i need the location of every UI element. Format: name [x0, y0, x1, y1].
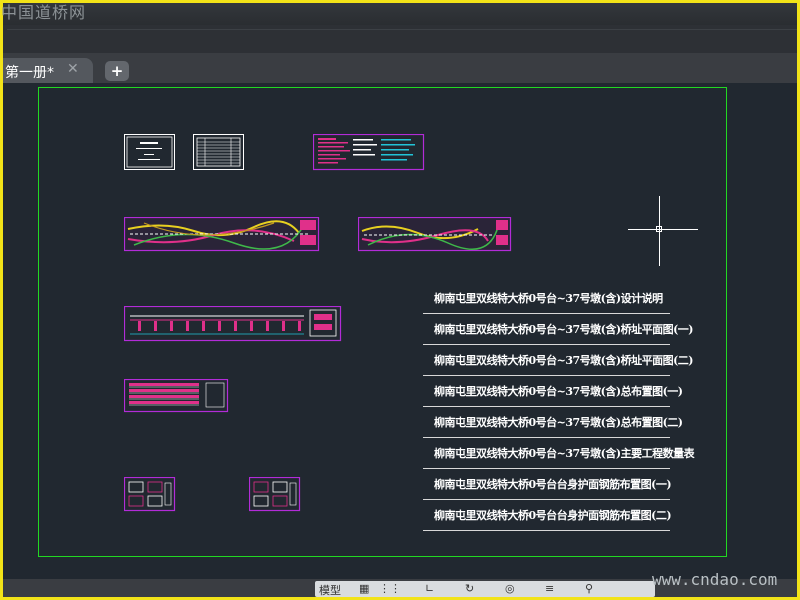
sheet-thumbnail-cover[interactable] — [124, 134, 176, 171]
sheet-title: 柳南屯里双线特大桥0号台台身护面钢筋布置图(一) — [434, 478, 672, 491]
sheet-thumbnail-rebar-1[interactable] — [124, 477, 176, 512]
ribbon-divider — [7, 29, 797, 30]
polar-icon[interactable]: ↻ — [465, 582, 474, 595]
model-space-button[interactable]: 模型 — [319, 582, 341, 597]
sheet-thumbnail-rebar-2[interactable] — [249, 477, 301, 512]
sheet-title: 柳南屯里双线特大桥0号台~37号墩(含)总布置图(一) — [434, 385, 683, 398]
new-tab-button[interactable]: + — [105, 61, 129, 81]
sheet-title-list: 柳南屯里双线特大桥0号台~37号墩(含)设计说明 柳南屯里双线特大桥0号台~37… — [423, 283, 695, 531]
ortho-icon[interactable]: ∟ — [425, 582, 434, 595]
sheet-thumbnail-quantity-table[interactable] — [124, 379, 229, 413]
sheet-thumbnail-plan-2[interactable] — [358, 217, 512, 252]
sheet-title: 柳南屯里双线特大桥0号台台身护面钢筋布置图(二) — [434, 509, 672, 522]
lineweight-icon[interactable]: ≡ — [545, 582, 554, 595]
drawing-canvas[interactable]: 柳南屯里双线特大桥0号台~37号墩(含)设计说明 柳南屯里双线特大桥0号台~37… — [3, 83, 797, 579]
annotation-scale-icon[interactable]: ⚲ — [585, 582, 593, 595]
sheet-thumbnail-design-notes[interactable] — [313, 134, 425, 171]
list-item[interactable]: 柳南屯里双线特大桥0号台~37号墩(含)主要工程数量表 — [423, 438, 695, 469]
title-bar — [3, 3, 797, 25]
sheet-thumbnail-plan-1[interactable] — [124, 217, 320, 252]
cad-window: 第一册* ✕ + 柳南屯里双线特大桥0号台~37号墩(含)设计说明 柳南屯里双线… — [3, 3, 797, 597]
sheet-title: 柳南屯里双线特大桥0号台~37号墩(含)桥址平面图(二) — [434, 354, 694, 367]
osnap-icon[interactable]: ◎ — [505, 582, 515, 595]
snap-icon[interactable]: ⋮⋮ — [379, 582, 401, 595]
list-item[interactable]: 柳南屯里双线特大桥0号台~37号墩(含)总布置图(一) — [423, 376, 683, 407]
list-item[interactable]: 柳南屯里双线特大桥0号台台身护面钢筋布置图(二) — [423, 500, 672, 531]
sheet-thumbnail-general-layout-1[interactable] — [124, 306, 342, 342]
grid-icon[interactable]: ▦ — [359, 582, 369, 595]
sheet-thumbnail-index[interactable] — [193, 134, 245, 171]
list-item[interactable]: 柳南屯里双线特大桥0号台~37号墩(含)设计说明 — [423, 283, 670, 314]
sheet-title: 柳南屯里双线特大桥0号台~37号墩(含)总布置图(二) — [434, 416, 683, 429]
sheet-title: 柳南屯里双线特大桥0号台~37号墩(含)主要工程数量表 — [434, 447, 695, 460]
list-item[interactable]: 柳南屯里双线特大桥0号台~37号墩(含)桥址平面图(二) — [423, 345, 694, 376]
sheet-title: 柳南屯里双线特大桥0号台~37号墩(含)桥址平面图(一) — [434, 323, 694, 336]
close-icon[interactable]: ✕ — [67, 61, 79, 77]
crosshair-pickbox — [656, 226, 662, 232]
tab-document-label: 第一册* — [5, 65, 54, 81]
sheet-title: 柳南屯里双线特大桥0号台~37号墩(含)设计说明 — [434, 292, 663, 305]
list-item[interactable]: 柳南屯里双线特大桥0号台台身护面钢筋布置图(一) — [423, 469, 672, 500]
list-item[interactable]: 柳南屯里双线特大桥0号台~37号墩(含)桥址平面图(一) — [423, 314, 694, 345]
crosshair-horizontal — [628, 229, 698, 230]
watermark-bottom: www.cndao.com — [652, 570, 778, 589]
watermark-top: 中国道桥网 — [1, 3, 87, 22]
status-toolbar: 模型 ▦ ⋮⋮ ∟ ↻ ◎ ≡ ⚲ — [315, 581, 655, 597]
tab-document-active[interactable]: 第一册* ✕ — [3, 58, 93, 83]
list-item[interactable]: 柳南屯里双线特大桥0号台~37号墩(含)总布置图(二) — [423, 407, 683, 438]
